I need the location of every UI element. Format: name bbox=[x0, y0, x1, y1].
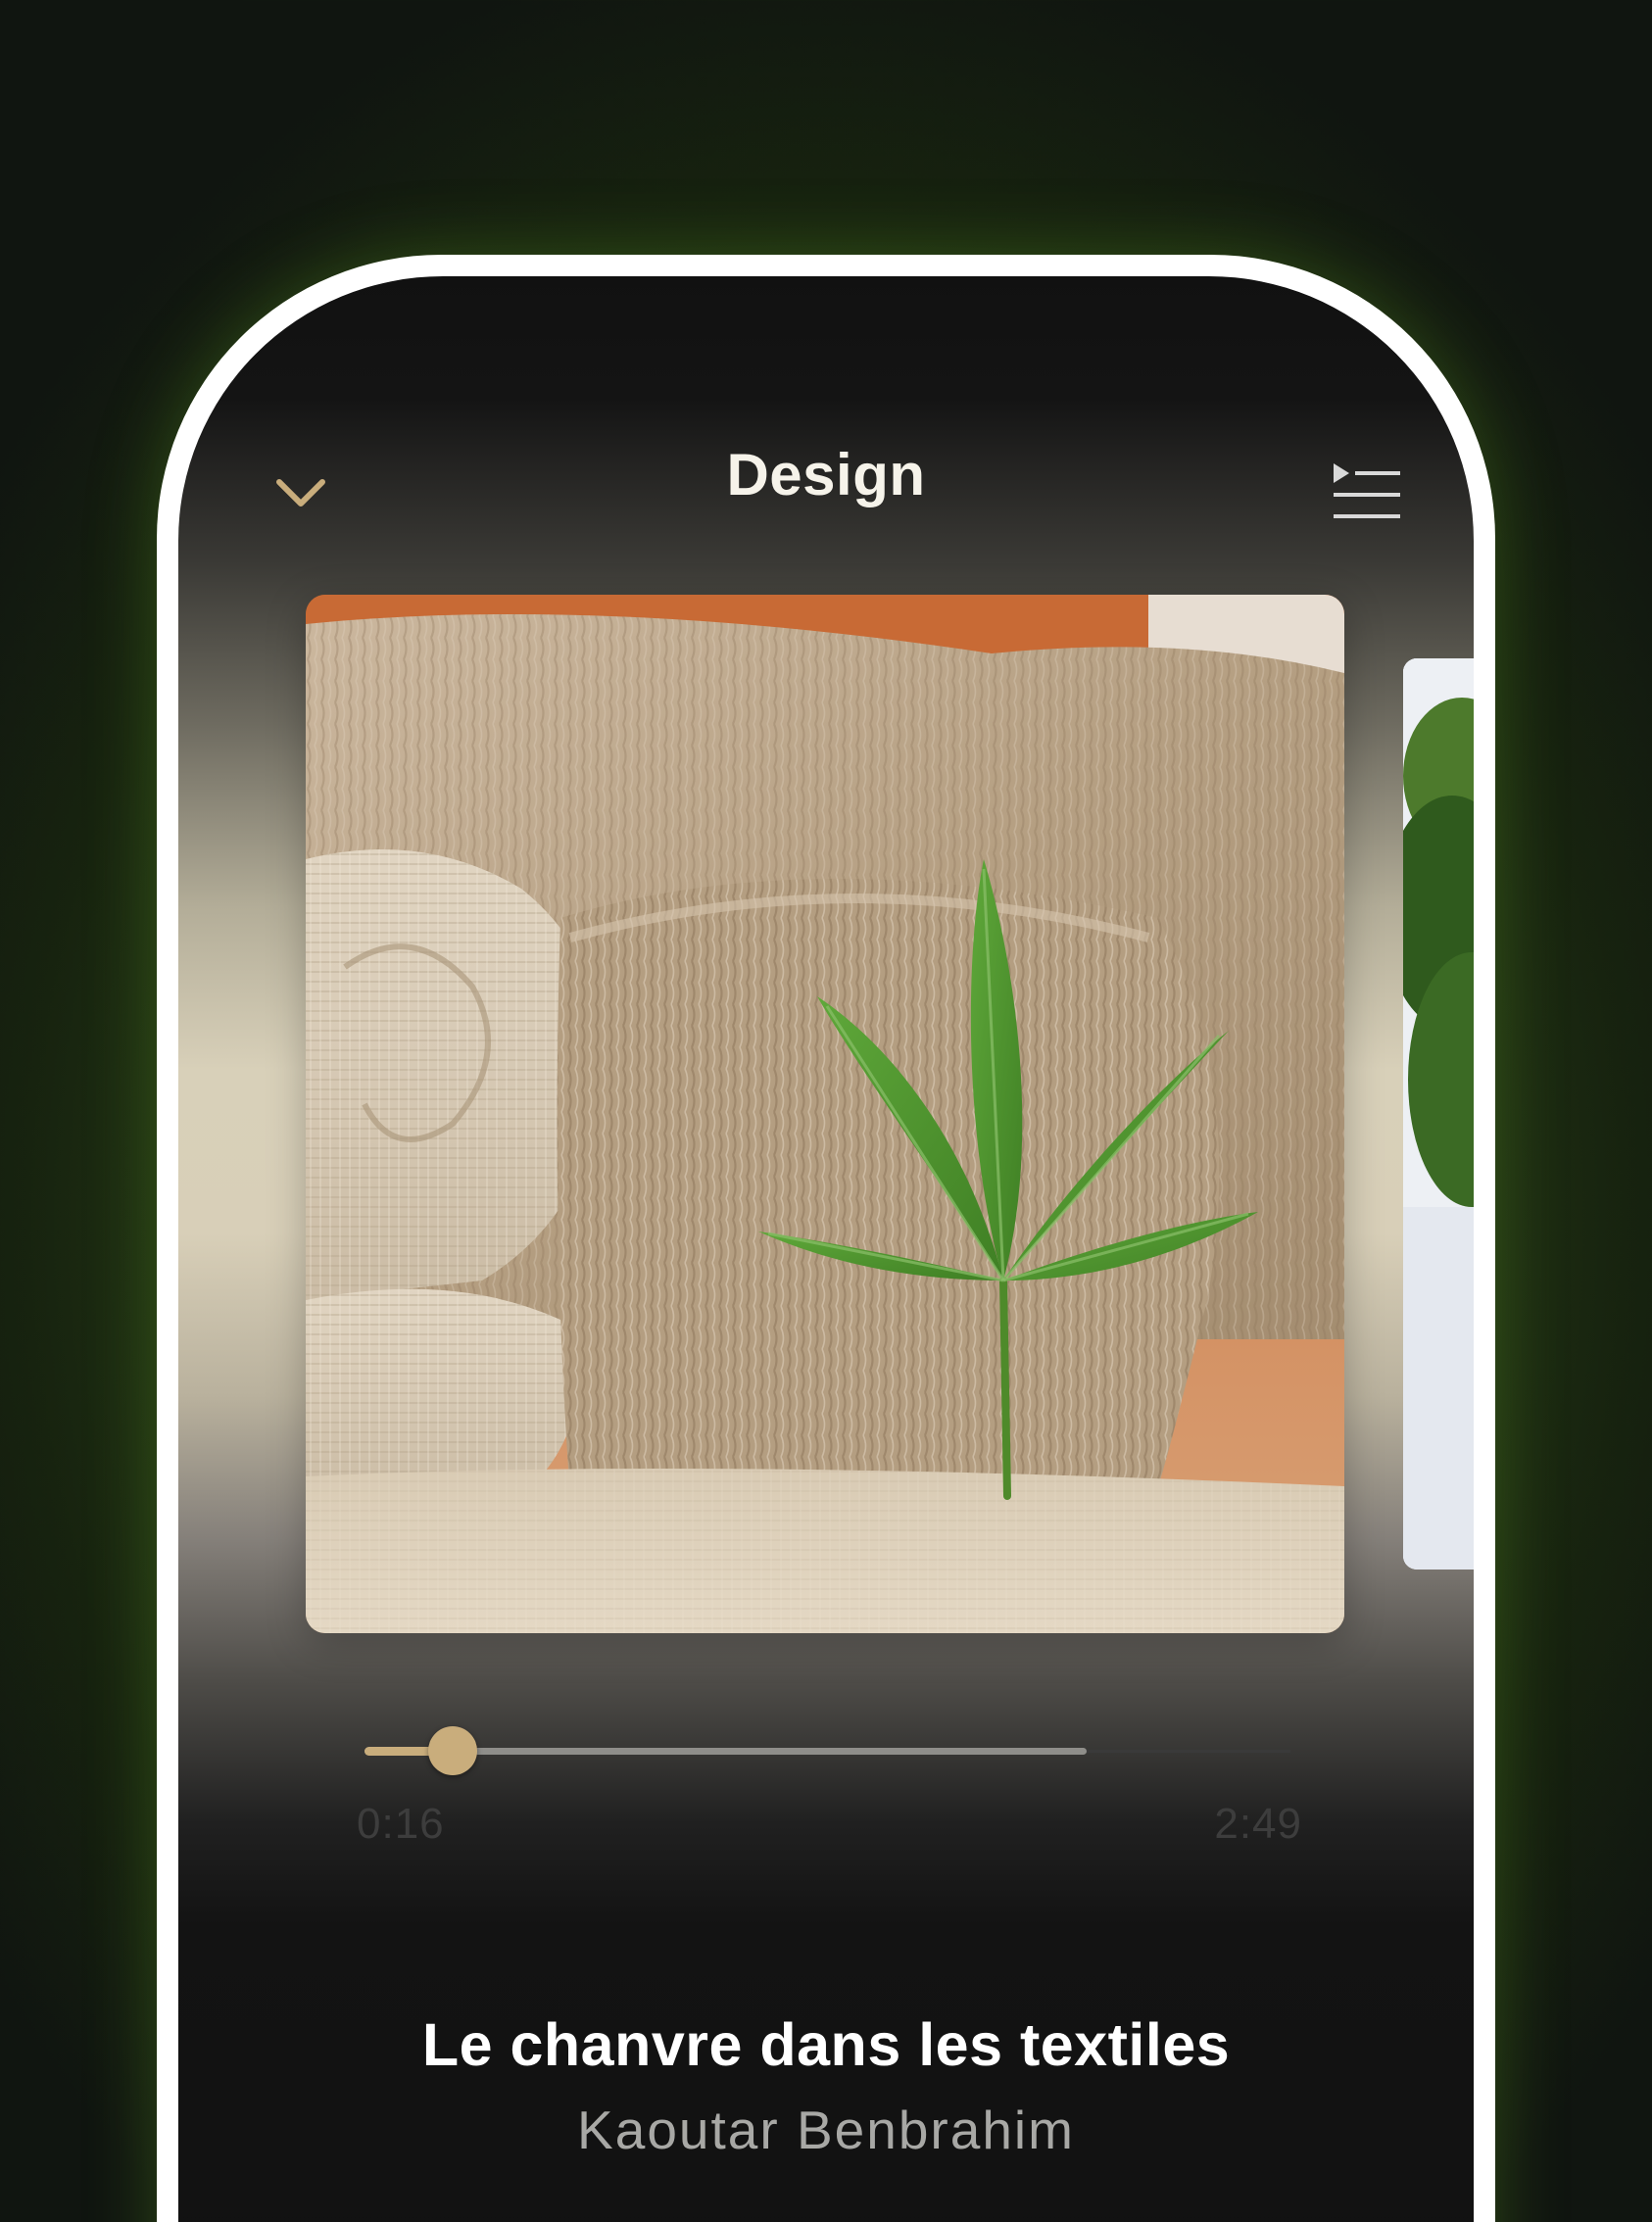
phone-frame: Design 0:16 2:49 Le chanvre dans les tex… bbox=[157, 255, 1495, 2222]
player-screen: Design 0:16 2:49 Le chanvre dans les tex… bbox=[178, 276, 1474, 2222]
hemp-leaf-on-fabric-image bbox=[306, 595, 1344, 1633]
total-time: 2:49 bbox=[1214, 1800, 1302, 1848]
progress-bar[interactable]: 0:16 2:49 bbox=[357, 1726, 1301, 1863]
next-track-artwork[interactable] bbox=[1403, 658, 1474, 1570]
play-queue-icon bbox=[1334, 463, 1400, 518]
tree-image bbox=[1403, 658, 1474, 1570]
elapsed-time: 0:16 bbox=[357, 1800, 445, 1848]
track-artist: Kaoutar Benbrahim bbox=[577, 2100, 1075, 2160]
progress-thumb[interactable] bbox=[427, 1726, 477, 1775]
album-artwork[interactable] bbox=[306, 595, 1344, 1633]
queue-button[interactable] bbox=[1322, 448, 1410, 536]
track-title: Le chanvre dans les textiles bbox=[421, 2011, 1231, 2078]
page-title: Design bbox=[726, 442, 926, 507]
